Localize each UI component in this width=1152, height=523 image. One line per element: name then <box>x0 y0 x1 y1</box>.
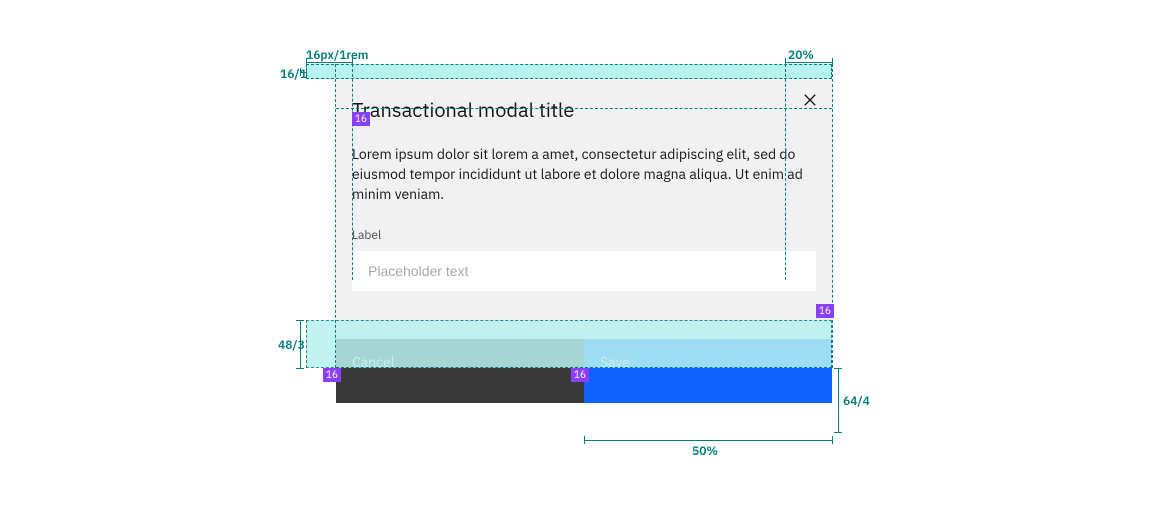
spec-dim-button-height: 64/4 <box>843 394 870 409</box>
spec-cap <box>296 368 304 369</box>
spec-cap <box>832 58 833 66</box>
input-label: Label <box>352 228 816 243</box>
close-icon <box>803 92 817 112</box>
spec-dim-button-width: 50% <box>692 444 718 459</box>
modal-title: Transactional modal title <box>352 96 816 124</box>
spec-cap <box>832 436 833 444</box>
spec-cap <box>785 58 786 66</box>
spec-dim-gap-height: 48/3 <box>278 338 305 353</box>
spec-overlay-top-padding <box>306 64 832 79</box>
spec-badge-title-gap: 16 <box>352 112 370 126</box>
spec-badge-cancel-padding: 16 <box>323 368 341 382</box>
spec-dim-left-padding: 16px/1rem <box>306 48 368 63</box>
spec-stage: Transactional modal title Lorem ipsum do… <box>0 0 1152 523</box>
spec-measure-button-width <box>584 440 832 441</box>
spec-dim-close-offset: 20% <box>788 48 814 63</box>
modal-description: Lorem ipsum dolor sit lorem a amet, cons… <box>352 144 816 204</box>
spec-cap <box>834 432 842 433</box>
spec-cap <box>296 320 304 321</box>
text-input[interactable] <box>352 251 816 291</box>
spec-cap <box>584 436 585 444</box>
spec-dim-top-small: 16/1 <box>280 67 307 82</box>
spec-cap <box>834 368 842 369</box>
modal-body: Transactional modal title Lorem ipsum do… <box>336 80 832 291</box>
cancel-button[interactable]: Cancel <box>336 339 584 403</box>
spec-measure-button-height <box>838 368 839 432</box>
modal-bottom-gap <box>336 291 832 339</box>
spec-guide-vert-4 <box>832 64 833 368</box>
close-button[interactable] <box>800 92 820 112</box>
spec-badge-input-right: 16 <box>816 304 834 318</box>
spec-badge-save-padding: 16 <box>571 368 589 382</box>
save-button[interactable]: Save <box>584 339 832 403</box>
modal: Transactional modal title Lorem ipsum do… <box>336 80 832 403</box>
